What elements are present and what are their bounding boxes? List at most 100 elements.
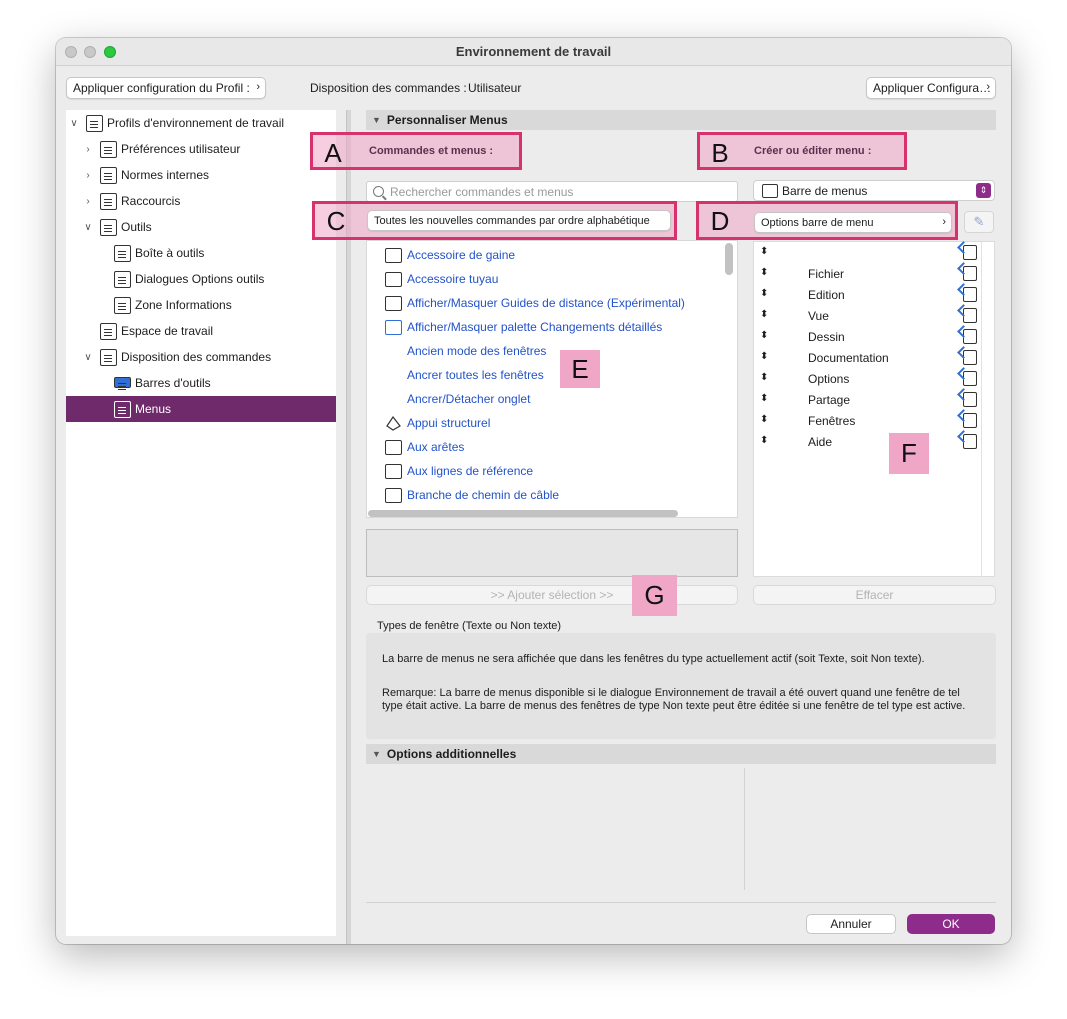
menu-edit-icon[interactable] bbox=[963, 308, 977, 323]
menu-row-documentation[interactable]: ⬍ Documentation bbox=[754, 348, 994, 369]
list-item[interactable]: Ancien mode des fenêtres bbox=[367, 339, 717, 363]
menu-edit-icon[interactable] bbox=[963, 287, 977, 302]
list-item[interactable]: Accessoire de gaine bbox=[367, 243, 717, 267]
tree-item-command-layout[interactable]: ∨ Disposition des commandes bbox=[66, 344, 336, 370]
menu-row-vue[interactable]: ⬍ Vue bbox=[754, 306, 994, 327]
list-item[interactable]: Afficher/Masquer Guides de distance (Exp… bbox=[367, 291, 717, 315]
sort-option-popup[interactable]: Toutes les nouvelles commandes par ordre… bbox=[367, 210, 671, 231]
list-item[interactable]: Aux lignes de référence bbox=[367, 459, 717, 483]
commands-list[interactable]: Accessoire de gaine Accessoire tuyau Aff… bbox=[366, 240, 738, 518]
menu-selector[interactable]: Barre de menus ⇕ bbox=[753, 180, 995, 201]
settings-tree: ∨ Profils d'environnement de travail › P… bbox=[66, 110, 336, 936]
chevron-down-icon[interactable]: ∨ bbox=[82, 222, 94, 233]
ok-button[interactable]: OK bbox=[907, 914, 995, 934]
list-item[interactable]: Ancrer toutes les fenêtres bbox=[367, 363, 717, 387]
disclosure-down-icon[interactable]: ▼ bbox=[372, 749, 381, 759]
list-item[interactable]: Afficher/Masquer palette Changements dét… bbox=[367, 315, 717, 339]
clear-button[interactable]: Effacer bbox=[753, 585, 996, 605]
tree-item-profiles[interactable]: ∨ Profils d'environnement de travail bbox=[66, 110, 336, 136]
reference-lines-icon bbox=[385, 463, 402, 479]
command-label: Appui structurel bbox=[407, 416, 491, 430]
chevron-right-icon[interactable]: › bbox=[82, 196, 94, 207]
commands-horizontal-scrollbar[interactable] bbox=[368, 510, 678, 517]
tree-item-toolbox[interactable]: Boîte à outils bbox=[66, 240, 336, 266]
drag-handle-icon[interactable]: ⬍ bbox=[760, 246, 768, 257]
tree-item-tools[interactable]: ∨ Outils bbox=[66, 214, 336, 240]
additional-options-area bbox=[366, 768, 996, 890]
menu-row-partage[interactable]: ⬍ Partage bbox=[754, 390, 994, 411]
command-label: Accessoire de gaine bbox=[407, 248, 516, 262]
menu-edit-icon[interactable] bbox=[963, 245, 977, 260]
tree-item-tool-settings-dialogs[interactable]: Dialogues Options outils bbox=[66, 266, 336, 292]
tree-item-work-environment[interactable]: Espace de travail bbox=[66, 318, 336, 344]
menu-edit-icon[interactable] bbox=[963, 371, 977, 386]
command-label: Accessoire tuyau bbox=[407, 272, 499, 286]
menu-row-fenetres[interactable]: ⬍ Fenêtres bbox=[754, 411, 994, 432]
tree-item-info-box[interactable]: Zone Informations bbox=[66, 292, 336, 318]
tree-item-user-preferences[interactable]: › Préférences utilisateur bbox=[66, 136, 336, 162]
menu-edit-icon[interactable] bbox=[963, 413, 977, 428]
pipe-fitting-icon bbox=[385, 271, 402, 287]
menu-edit-icon[interactable] bbox=[963, 266, 977, 281]
drag-handle-icon[interactable]: ⬍ bbox=[760, 288, 768, 299]
toolbar-icon bbox=[114, 377, 131, 388]
menu-row-dessin[interactable]: ⬍ Dessin bbox=[754, 327, 994, 348]
chevron-right-icon[interactable]: › bbox=[82, 144, 94, 155]
drag-handle-icon[interactable]: ⬍ bbox=[760, 435, 768, 446]
tree-item-label: Espace de travail bbox=[121, 324, 214, 338]
drag-handle-icon[interactable]: ⬍ bbox=[760, 372, 768, 383]
list-item[interactable]: Accessoire tuyau bbox=[367, 267, 717, 291]
window-types-info: La barre de menus ne sera affichée que d… bbox=[366, 633, 996, 739]
additional-options-header[interactable]: ▼ Options additionnelles bbox=[366, 744, 996, 764]
menu-edit-icon[interactable] bbox=[963, 350, 977, 365]
toolbox-icon bbox=[114, 244, 131, 262]
list-item[interactable]: Aux arêtes bbox=[367, 435, 717, 459]
disclosure-down-icon[interactable]: ▼ bbox=[372, 115, 381, 125]
menu-row-fichier[interactable]: ⬍ Fichier bbox=[754, 264, 994, 285]
drag-handle-icon[interactable]: ⬍ bbox=[760, 414, 768, 425]
tree-item-shortcuts[interactable]: › Raccourcis bbox=[66, 188, 336, 214]
menu-row-options[interactable]: ⬍ Options bbox=[754, 369, 994, 390]
annotation-g: G bbox=[632, 575, 677, 616]
drag-handle-icon[interactable]: ⬍ bbox=[760, 309, 768, 320]
cancel-button[interactable]: Annuler bbox=[806, 914, 896, 934]
customize-menus-header[interactable]: ▼ Personnaliser Menus bbox=[366, 110, 996, 130]
command-label: Aux arêtes bbox=[407, 440, 465, 454]
menu-structure-list[interactable]: ⬍ ⬍ Fichier ⬍ Edition ⬍ Vue ⬍ Dessin ⬍ D… bbox=[753, 241, 995, 577]
menu-selector-value: Barre de menus bbox=[782, 183, 868, 198]
menu-row-empty[interactable]: ⬍ bbox=[754, 243, 994, 264]
menu-row-aide[interactable]: ⬍ Aide bbox=[754, 432, 994, 453]
menu-bar-options-label: Options barre de menu bbox=[761, 216, 874, 229]
menu-row-edition[interactable]: ⬍ Edition bbox=[754, 285, 994, 306]
drag-handle-icon[interactable]: ⬍ bbox=[760, 330, 768, 341]
chevron-down-icon[interactable]: ∨ bbox=[68, 118, 80, 129]
apply-config-button[interactable]: Appliquer Configura… › bbox=[866, 77, 996, 99]
edit-icon: ✎ bbox=[973, 214, 985, 229]
additional-options-title: Options additionnelles bbox=[386, 747, 517, 761]
commands-menus-label: Commandes et menus : bbox=[369, 145, 494, 157]
tree-item-menus[interactable]: Menus bbox=[66, 396, 336, 422]
apply-profile-button[interactable]: Appliquer configuration du Profil : › bbox=[66, 77, 266, 99]
list-item[interactable]: Ancrer/Détacher onglet bbox=[367, 387, 717, 411]
commands-vertical-scrollbar[interactable] bbox=[725, 243, 733, 275]
cable-carrier-branch-icon bbox=[385, 487, 402, 503]
list-item[interactable]: Appui structurel bbox=[367, 411, 717, 435]
drag-handle-icon[interactable]: ⬍ bbox=[760, 351, 768, 362]
info-box-icon bbox=[114, 296, 131, 314]
menu-bar-options-button[interactable]: Options barre de menu › bbox=[754, 212, 952, 233]
annotation-d: D bbox=[710, 205, 730, 236]
drag-handle-icon[interactable]: ⬍ bbox=[760, 393, 768, 404]
menu-edit-icon[interactable] bbox=[963, 434, 977, 449]
list-item[interactable]: Branche de chemin de câble bbox=[367, 483, 717, 507]
menu-item-label: Options bbox=[808, 372, 850, 386]
menu-edit-icon[interactable] bbox=[963, 392, 977, 407]
chevron-right-icon[interactable]: › bbox=[82, 170, 94, 181]
menu-edit-icon[interactable] bbox=[963, 329, 977, 344]
tree-item-internal-standards[interactable]: › Normes internes bbox=[66, 162, 336, 188]
add-selection-button[interactable]: >> Ajouter sélection >> bbox=[366, 585, 738, 605]
tree-item-toolbars[interactable]: Barres d'outils bbox=[66, 370, 336, 396]
command-search-field[interactable]: Rechercher commandes et menus bbox=[366, 181, 738, 202]
edit-menu-button[interactable]: ✎ bbox=[964, 211, 994, 233]
chevron-down-icon[interactable]: ∨ bbox=[82, 352, 94, 363]
drag-handle-icon[interactable]: ⬍ bbox=[760, 267, 768, 278]
